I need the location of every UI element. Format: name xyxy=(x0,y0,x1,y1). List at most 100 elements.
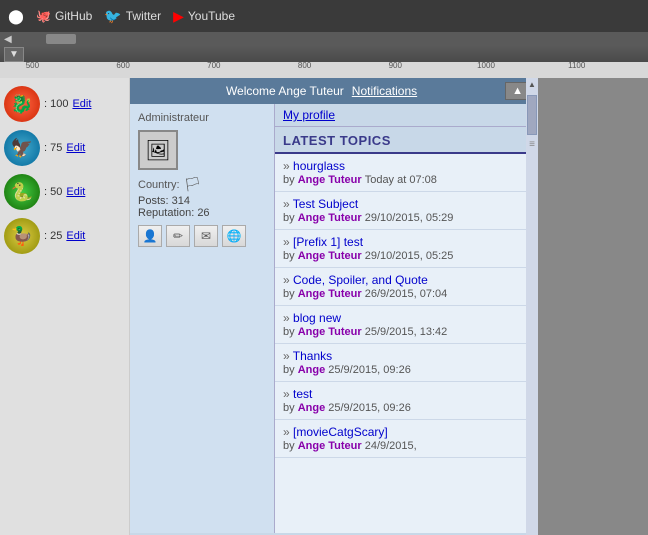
ruler-label-1100: 1100 xyxy=(568,61,585,70)
rank-points-25: : 25 xyxy=(44,230,62,242)
my-profile-link[interactable]: My profile xyxy=(275,104,538,127)
topic-item-5: Thanks by Ange 25/9/2015, 09:26 xyxy=(275,344,538,382)
left-sidebar: 🐉 : 100 Edit 🦅 : 75 Edit 🐍 : 50 Edit 🦆 :… xyxy=(0,78,130,535)
main-area: 🐉 : 100 Edit 🦅 : 75 Edit 🐍 : 50 Edit 🦆 :… xyxy=(0,78,648,535)
twitter-link[interactable]: 🐦 Twitter xyxy=(104,8,161,25)
browser-bar: ⬤ 🐙 GitHub 🐦 Twitter ▶ YouTube xyxy=(0,0,648,32)
view-profile-button[interactable]: 👤 xyxy=(138,225,162,247)
right-gray-area xyxy=(538,78,648,535)
rank-item-75: 🦅 : 75 Edit xyxy=(4,130,125,166)
topic-meta-2: by Ange Tuteur 29/10/2015, 05:25 xyxy=(283,250,530,262)
profile-icon: 👤 xyxy=(143,229,158,243)
web-button[interactable]: 🌐 xyxy=(222,225,246,247)
topic-author-7[interactable]: Ange Tuteur xyxy=(298,440,365,452)
topic-date-4: 25/9/2015, 13:42 xyxy=(365,326,448,338)
twitter-bird-icon: 🐦 xyxy=(104,8,121,25)
user-country: Country: 🏳 xyxy=(138,176,266,193)
topic-author-6[interactable]: Ange xyxy=(298,402,329,414)
message-button[interactable]: ✉ xyxy=(194,225,218,247)
topic-title-3[interactable]: Code, Spoiler, and Quote xyxy=(283,273,530,287)
edit-profile-button[interactable]: ✏ xyxy=(166,225,190,247)
message-icon: ✉ xyxy=(201,229,211,243)
topic-title-6[interactable]: test xyxy=(283,387,530,401)
scroll-left-arrow[interactable]: ◀ xyxy=(0,34,16,45)
topic-author-4[interactable]: Ange Tuteur xyxy=(298,326,365,338)
rank-badge-50: 🐍 xyxy=(4,174,40,210)
ruler-label-500: 500 xyxy=(26,61,39,70)
topic-meta-4: by Ange Tuteur 25/9/2015, 13:42 xyxy=(283,326,530,338)
ruler-label-800: 800 xyxy=(298,61,311,70)
topic-author-2[interactable]: Ange Tuteur xyxy=(298,250,365,262)
topic-meta-6: by Ange 25/9/2015, 09:26 xyxy=(283,402,530,414)
rank-edit-25[interactable]: Edit xyxy=(66,230,85,242)
rank-points-100: : 100 xyxy=(44,98,68,110)
youtube-icon: ▶ xyxy=(173,8,184,25)
topic-title-4[interactable]: blog new xyxy=(283,311,530,325)
topic-item-1: Test Subject by Ange Tuteur 29/10/2015, … xyxy=(275,192,538,230)
v-scrollbar[interactable]: ▲ ≡ xyxy=(526,78,538,535)
web-icon: 🌐 xyxy=(227,229,242,243)
country-label: Country: xyxy=(138,179,180,191)
topic-title-1[interactable]: Test Subject xyxy=(283,197,530,211)
user-info-panel: Administrateur 🖼 Country: 🏳 Posts: 314 R… xyxy=(130,104,275,533)
v-scroll-lines: ≡ xyxy=(529,139,535,150)
avatar-image-icon: 🖼 xyxy=(145,138,170,163)
rank-item-100: 🐉 : 100 Edit xyxy=(4,86,125,122)
topic-date-0: Today at 07:08 xyxy=(365,174,437,186)
by-label-6: by xyxy=(283,402,298,414)
topic-author-0[interactable]: Ange Tuteur xyxy=(298,174,365,186)
rank-item-25: 🦆 : 25 Edit xyxy=(4,218,125,254)
topic-date-7: 24/9/2015, xyxy=(365,440,417,452)
rank-edit-50[interactable]: Edit xyxy=(66,186,85,198)
by-label-7: by xyxy=(283,440,298,452)
topic-item-6: test by Ange 25/9/2015, 09:26 xyxy=(275,382,538,420)
toolbar-dropdown[interactable]: ▼ xyxy=(4,47,24,62)
user-reputation: Reputation: 26 xyxy=(138,207,266,219)
rank-points-75: : 75 xyxy=(44,142,62,154)
topic-date-5: 25/9/2015, 09:26 xyxy=(328,364,411,376)
topic-author-3[interactable]: Ange Tuteur xyxy=(298,288,365,300)
rank-edit-75[interactable]: Edit xyxy=(66,142,85,154)
topic-date-1: 29/10/2015, 05:29 xyxy=(365,212,454,224)
topic-title-2[interactable]: [Prefix 1] test xyxy=(283,235,530,249)
youtube-link[interactable]: ▶ YouTube xyxy=(173,8,235,25)
by-label-2: by xyxy=(283,250,298,262)
topic-author-1[interactable]: Ange Tuteur xyxy=(298,212,365,224)
v-scroll-up-arrow[interactable]: ▲ xyxy=(526,78,538,91)
rank-item-50: 🐍 : 50 Edit xyxy=(4,174,125,210)
twitter-label: Twitter xyxy=(126,9,161,23)
popup-header: Welcome Ange Tuteur Notifications ▲ xyxy=(130,78,538,104)
topic-item-2: [Prefix 1] test by Ange Tuteur 29/10/201… xyxy=(275,230,538,268)
rank-edit-100[interactable]: Edit xyxy=(72,98,91,110)
user-action-buttons: 👤 ✏ ✉ 🌐 xyxy=(138,225,266,247)
notifications-label[interactable]: Notifications xyxy=(352,84,417,98)
topic-meta-7: by Ange Tuteur 24/9/2015, xyxy=(283,440,530,452)
v-scroll-thumb[interactable] xyxy=(527,95,537,135)
up-arrow-icon: ▲ xyxy=(512,85,523,97)
topic-item-4: blog new by Ange Tuteur 25/9/2015, 13:42 xyxy=(275,306,538,344)
topic-title-7[interactable]: [movieCatgScary] xyxy=(283,425,530,439)
h-scrollbar[interactable]: ◀ xyxy=(0,32,648,46)
topics-panel[interactable]: My profile LATEST TOPICS hourglass by An… xyxy=(275,104,538,533)
rank-badge-75: 🦅 xyxy=(4,130,40,166)
by-label-4: by xyxy=(283,326,298,338)
topic-author-5[interactable]: Ange xyxy=(298,364,329,376)
ruler: 500 600 700 800 900 1000 1100 xyxy=(0,62,648,78)
by-label-0: by xyxy=(283,174,298,186)
toolbar: ▼ xyxy=(0,46,648,62)
topic-date-6: 25/9/2015, 09:26 xyxy=(328,402,411,414)
user-posts: Posts: 314 xyxy=(138,195,266,207)
popup-header-title: Welcome Ange Tuteur Notifications xyxy=(138,84,505,98)
github-link[interactable]: 🐙 GitHub xyxy=(36,9,92,23)
by-label-3: by xyxy=(283,288,298,300)
rank-points-50: : 50 xyxy=(44,186,62,198)
github-label: GitHub xyxy=(55,9,92,23)
topic-meta-5: by Ange 25/9/2015, 09:26 xyxy=(283,364,530,376)
dropdown-arrow-icon: ▼ xyxy=(9,49,19,60)
topic-title-5[interactable]: Thanks xyxy=(283,349,530,363)
topic-title-0[interactable]: hourglass xyxy=(283,159,530,173)
h-scroll-thumb[interactable] xyxy=(46,34,76,44)
profile-popup: Welcome Ange Tuteur Notifications ▲ Admi… xyxy=(130,78,538,535)
youtube-label: YouTube xyxy=(188,9,235,23)
github-icon: ⬤ xyxy=(8,8,24,24)
